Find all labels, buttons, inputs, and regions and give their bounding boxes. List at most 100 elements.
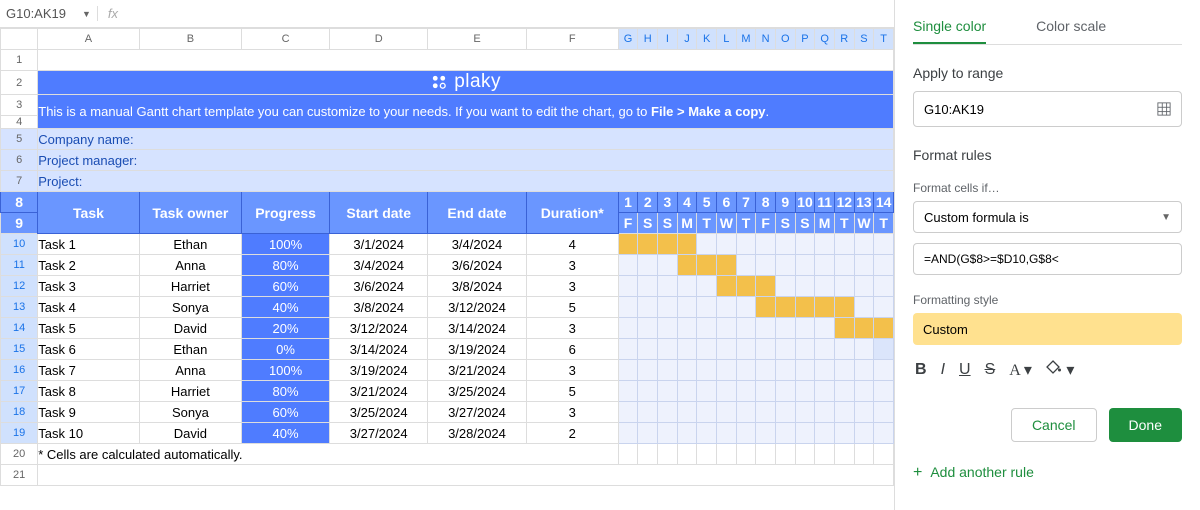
col-header-E[interactable]: E bbox=[428, 29, 526, 50]
text-color-button[interactable]: A ▾ bbox=[1009, 360, 1032, 380]
row-header-13[interactable]: 13 bbox=[1, 297, 38, 318]
gantt-cell[interactable] bbox=[736, 234, 756, 255]
gantt-cell[interactable] bbox=[756, 339, 776, 360]
gantt-cell[interactable] bbox=[658, 318, 678, 339]
gantt-cell[interactable] bbox=[756, 255, 776, 276]
gantt-cell[interactable] bbox=[638, 423, 658, 444]
gantt-cell[interactable] bbox=[717, 423, 737, 444]
gantt-cell[interactable] bbox=[677, 234, 697, 255]
gantt-cell[interactable] bbox=[756, 360, 776, 381]
task-end-cell[interactable]: 3/19/2024 bbox=[428, 339, 526, 360]
task-end-cell[interactable]: 3/21/2024 bbox=[428, 360, 526, 381]
task-name-cell[interactable]: Task 4 bbox=[38, 297, 139, 318]
gantt-cell[interactable] bbox=[717, 381, 737, 402]
gantt-cell[interactable] bbox=[658, 255, 678, 276]
gantt-cell[interactable] bbox=[775, 402, 795, 423]
gantt-cell[interactable] bbox=[658, 234, 678, 255]
row-header-19[interactable]: 19 bbox=[1, 423, 38, 444]
task-name-cell[interactable]: Task 7 bbox=[38, 360, 139, 381]
gantt-cell[interactable] bbox=[618, 423, 638, 444]
gantt-cell[interactable] bbox=[618, 402, 638, 423]
gantt-cell[interactable] bbox=[658, 423, 678, 444]
gantt-cell[interactable] bbox=[618, 381, 638, 402]
gantt-cell[interactable] bbox=[815, 276, 835, 297]
gantt-cell[interactable] bbox=[874, 381, 894, 402]
gantt-cell[interactable] bbox=[677, 276, 697, 297]
gantt-cell[interactable] bbox=[638, 381, 658, 402]
row-header-6[interactable]: 6 bbox=[1, 150, 38, 171]
gantt-cell[interactable] bbox=[834, 381, 854, 402]
gantt-cell[interactable] bbox=[736, 402, 756, 423]
gantt-cell[interactable] bbox=[795, 276, 815, 297]
task-owner-cell[interactable]: Ethan bbox=[139, 234, 241, 255]
task-start-cell[interactable]: 3/27/2024 bbox=[330, 423, 428, 444]
row-header-8[interactable]: 8 bbox=[1, 192, 38, 213]
row-header-2[interactable]: 2 bbox=[1, 71, 38, 95]
gantt-cell[interactable] bbox=[874, 402, 894, 423]
gantt-cell[interactable] bbox=[618, 276, 638, 297]
task-duration-cell[interactable]: 2 bbox=[526, 423, 618, 444]
strikethrough-button[interactable]: S bbox=[985, 361, 996, 379]
gantt-cell[interactable] bbox=[795, 360, 815, 381]
task-name-cell[interactable]: Task 8 bbox=[38, 381, 139, 402]
gantt-cell[interactable] bbox=[815, 360, 835, 381]
gantt-cell[interactable] bbox=[874, 276, 894, 297]
company-name-label[interactable]: Company name: bbox=[38, 129, 894, 150]
gantt-cell[interactable] bbox=[854, 339, 874, 360]
task-owner-cell[interactable]: Sonya bbox=[139, 402, 241, 423]
gantt-cell[interactable] bbox=[854, 381, 874, 402]
task-name-cell[interactable]: Task 3 bbox=[38, 276, 139, 297]
gantt-cell[interactable] bbox=[717, 339, 737, 360]
gantt-cell[interactable] bbox=[756, 402, 776, 423]
gantt-cell[interactable] bbox=[854, 360, 874, 381]
project-manager-label[interactable]: Project manager: bbox=[38, 150, 894, 171]
style-preview[interactable]: Custom bbox=[913, 313, 1182, 345]
row-header-11[interactable]: 11 bbox=[1, 255, 38, 276]
task-name-cell[interactable]: Task 10 bbox=[38, 423, 139, 444]
gantt-cell[interactable] bbox=[874, 255, 894, 276]
gantt-cell[interactable] bbox=[775, 381, 795, 402]
task-end-cell[interactable]: 3/27/2024 bbox=[428, 402, 526, 423]
gantt-cell[interactable] bbox=[677, 423, 697, 444]
col-header-C[interactable]: C bbox=[242, 29, 330, 50]
gantt-cell[interactable] bbox=[815, 423, 835, 444]
gantt-cell[interactable] bbox=[834, 255, 854, 276]
gantt-cell[interactable] bbox=[638, 402, 658, 423]
gantt-cell[interactable] bbox=[697, 297, 717, 318]
task-start-cell[interactable]: 3/8/2024 bbox=[330, 297, 428, 318]
gantt-cell[interactable] bbox=[736, 255, 756, 276]
gantt-cell[interactable] bbox=[756, 318, 776, 339]
gantt-cell[interactable] bbox=[834, 339, 854, 360]
gantt-cell[interactable] bbox=[638, 234, 658, 255]
gantt-cell[interactable] bbox=[795, 297, 815, 318]
gantt-cell[interactable] bbox=[854, 255, 874, 276]
gantt-cell[interactable] bbox=[736, 276, 756, 297]
col-header-P[interactable]: P bbox=[795, 29, 815, 50]
gantt-cell[interactable] bbox=[834, 234, 854, 255]
task-duration-cell[interactable]: 3 bbox=[526, 360, 618, 381]
gantt-cell[interactable] bbox=[618, 255, 638, 276]
gantt-cell[interactable] bbox=[756, 423, 776, 444]
task-duration-cell[interactable]: 3 bbox=[526, 402, 618, 423]
gantt-cell[interactable] bbox=[697, 318, 717, 339]
gantt-cell[interactable] bbox=[756, 234, 776, 255]
task-owner-cell[interactable]: Anna bbox=[139, 360, 241, 381]
col-header-L[interactable]: L bbox=[717, 29, 737, 50]
task-end-cell[interactable]: 3/12/2024 bbox=[428, 297, 526, 318]
row-header-15[interactable]: 15 bbox=[1, 339, 38, 360]
gantt-cell[interactable] bbox=[815, 255, 835, 276]
col-header-Q[interactable]: Q bbox=[815, 29, 835, 50]
gantt-cell[interactable] bbox=[677, 297, 697, 318]
italic-button[interactable]: I bbox=[941, 361, 945, 379]
gantt-cell[interactable] bbox=[795, 318, 815, 339]
fill-color-button[interactable]: ▾ bbox=[1046, 359, 1074, 380]
task-duration-cell[interactable]: 6 bbox=[526, 339, 618, 360]
task-owner-cell[interactable]: Anna bbox=[139, 255, 241, 276]
select-all-cell[interactable] bbox=[1, 29, 38, 50]
name-box[interactable]: G10:AK19 bbox=[0, 6, 80, 21]
row-header-5[interactable]: 5 bbox=[1, 129, 38, 150]
task-start-cell[interactable]: 3/19/2024 bbox=[330, 360, 428, 381]
gantt-cell[interactable] bbox=[795, 381, 815, 402]
gantt-cell[interactable] bbox=[834, 276, 854, 297]
task-owner-cell[interactable]: Harriet bbox=[139, 381, 241, 402]
